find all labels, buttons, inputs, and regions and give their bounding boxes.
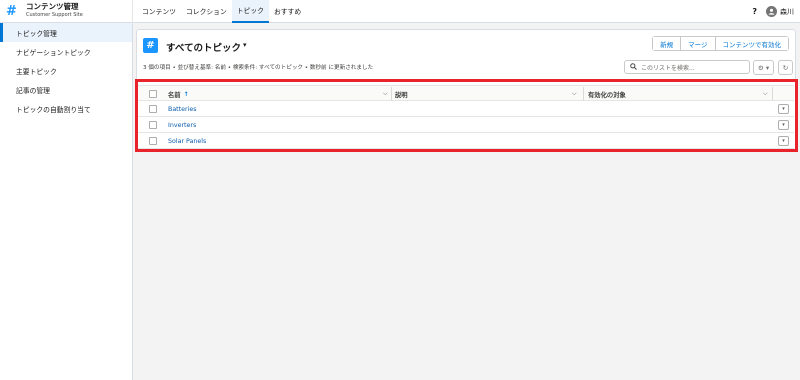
list-view-panel: # すべてのトピック ▾ 新規 マージ コンテンツで有効化 3 個の項目 • 並… [136,29,796,151]
column-divider[interactable] [391,87,392,101]
topic-link[interactable]: Inverters [168,122,196,129]
sort-ascending-icon: ↑ [183,90,189,98]
nav-tabs: コンテンツ コレクション トピック おすすめ [137,0,306,23]
topic-description [395,133,583,149]
tab-content[interactable]: コンテンツ [137,0,181,23]
help-icon[interactable]: ? [752,7,757,16]
row-actions-button[interactable]: ▾ [778,104,789,114]
column-divider[interactable] [583,87,584,101]
topic-enabled-for [588,117,771,133]
topic-list-icon: # [143,38,158,53]
hashtag-icon: # [6,3,17,19]
column-divider[interactable] [772,87,773,101]
list-settings-button[interactable]: ⚙ ▾ [753,60,774,75]
sidebar-item-auto-assign[interactable]: トピックの自動割り当て [0,99,132,118]
app-launcher[interactable]: # コンテンツ管理 Customer Support Site [0,0,133,23]
app-subtitle: Customer Support Site [26,12,83,18]
row-checkbox[interactable] [149,121,157,129]
sidebar: トピック管理 ナビゲーショントピック 主要トピック 記事の管理 トピックの自動割… [0,23,133,380]
search-input[interactable]: このリストを検索... [624,60,750,74]
tab-recommended[interactable]: おすすめ [269,0,306,23]
column-header-enabled-for[interactable]: 有効化の対象 [588,86,771,102]
enable-in-content-button[interactable]: コンテンツで有効化 [715,37,788,50]
topic-link[interactable]: Batteries [168,106,196,113]
topic-description [395,117,583,133]
chevron-down-icon[interactable]: ⌵ [572,86,577,102]
row-actions-button[interactable]: ▾ [778,136,789,146]
select-all-checkbox[interactable] [149,90,157,98]
row-checkbox[interactable] [149,105,157,113]
list-view-switcher-icon[interactable]: ▾ [243,41,247,49]
user-name[interactable]: 森川 [780,7,794,17]
table-row: Batteries ▾ [138,101,794,117]
action-button-group: 新規 マージ コンテンツで有効化 [652,36,789,51]
sidebar-item-featured-topics[interactable]: 主要トピック [0,61,132,80]
column-header-description[interactable]: 説明 [395,86,583,102]
new-button[interactable]: 新規 [653,37,682,50]
gear-icon: ⚙ ▾ [757,63,770,72]
app-title: コンテンツ管理 [26,2,79,11]
sidebar-item-topic-management[interactable]: トピック管理 [0,23,132,42]
row-actions-button[interactable]: ▾ [778,120,789,130]
topic-description [395,101,583,117]
table-header-row: 名前 ↑ ⌵ 説明 ⌵ 有効化の対象 ⌵ [138,85,794,101]
chevron-down-icon[interactable]: ⌵ [763,86,768,102]
tab-topic[interactable]: トピック [231,0,269,23]
refresh-icon: ↻ [782,63,789,72]
table-row: Solar Panels ▾ [138,133,794,149]
refresh-button[interactable]: ↻ [778,60,793,75]
table-row: Inverters ▾ [138,117,794,133]
topic-enabled-for [588,133,771,149]
row-checkbox[interactable] [149,137,157,145]
topic-enabled-for [588,101,771,117]
chevron-down-icon[interactable]: ⌵ [383,86,388,102]
sidebar-item-navigation-topics[interactable]: ナビゲーショントピック [0,42,132,61]
list-status: 3 個の項目 • 並び替え基準: 名前 • 検索条件: すべてのトピック • 数… [143,65,374,71]
column-header-name[interactable]: 名前 ↑ [168,86,390,102]
search-icon [630,62,637,72]
merge-button[interactable]: マージ [681,37,716,50]
tab-collection[interactable]: コレクション [181,0,232,23]
topics-table: 名前 ↑ ⌵ 説明 ⌵ 有効化の対象 ⌵ Batteries ▾ Inverte… [138,85,794,149]
search-placeholder: このリストを検索... [641,64,695,72]
top-bar: # コンテンツ管理 Customer Support Site コンテンツ コレ… [0,0,800,23]
topic-link[interactable]: Solar Panels [168,138,206,145]
user-icon[interactable] [766,6,777,17]
list-view-title[interactable]: すべてのトピック [166,40,241,54]
sidebar-item-article-management[interactable]: 記事の管理 [0,80,132,99]
